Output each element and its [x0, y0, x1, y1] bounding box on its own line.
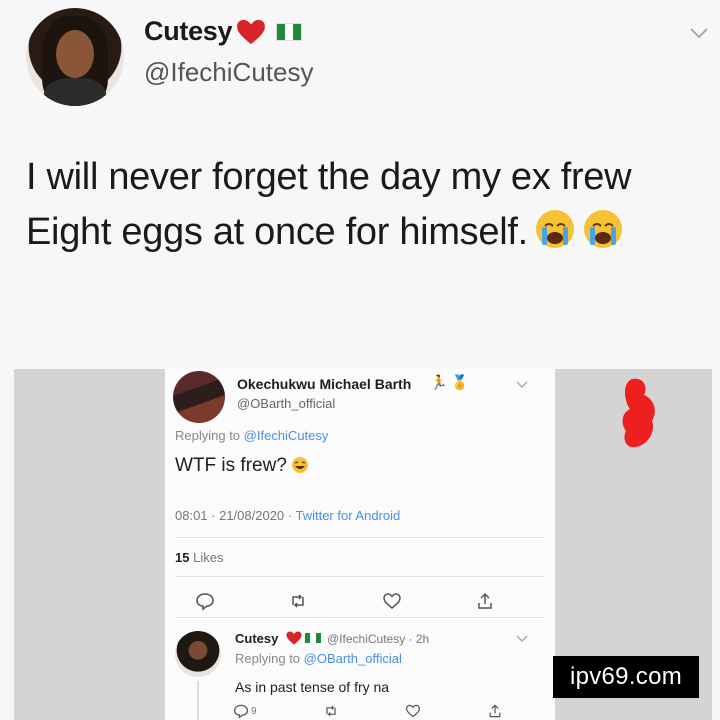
- second-reply-action-bar: 9: [233, 703, 503, 719]
- second-reply-avatar[interactable]: [175, 631, 221, 677]
- likes-number: 15: [175, 550, 190, 565]
- display-name[interactable]: Cutesy: [144, 16, 233, 47]
- watermark: ipv69.com: [553, 656, 699, 698]
- crying-emoji-icon: [583, 210, 622, 248]
- tweet-meta: 08:01 · 21/08/2020 · Twitter for Android: [175, 508, 400, 523]
- avatar-face: [56, 30, 94, 78]
- reply-count[interactable]: 9: [233, 703, 257, 719]
- share-icon[interactable]: [475, 591, 495, 611]
- laughing-emoji-icon: [291, 457, 308, 473]
- thread-connector: [197, 681, 199, 720]
- tweet-text-line-2-text: Eight eggs at once for himself.: [26, 211, 528, 253]
- reply-icon[interactable]: [195, 591, 215, 611]
- replying-prefix: Replying to: [175, 428, 244, 443]
- reply-card: Okechukwu Michael Barth 🏃 🏅 @OBarth_offi…: [165, 369, 555, 720]
- top-tweet: Cutesy @IfechiCutesy I will never forget…: [0, 0, 720, 365]
- chevron-down-icon[interactable]: [515, 631, 529, 645]
- reply-author-name[interactable]: Okechukwu Michael Barth: [237, 376, 411, 392]
- reply-author-handle[interactable]: @OBarth_official: [237, 396, 335, 411]
- replying-prefix: Replying to: [235, 651, 304, 666]
- reply-text-body: WTF is frew?: [175, 455, 287, 476]
- avatar-body: [44, 78, 106, 106]
- divider: [175, 537, 545, 538]
- second-reply-meta: @IfechiCutesy · 2h: [327, 632, 430, 646]
- reply-text: WTF is frew?: [175, 455, 309, 477]
- replying-mention-link[interactable]: @IfechiCutesy: [244, 428, 329, 443]
- heart-icon: [286, 631, 302, 645]
- reply-icon[interactable]: [233, 703, 249, 719]
- timestamp: 08:01 · 21/08/2020 ·: [175, 508, 296, 523]
- likes-label: Likes: [193, 550, 224, 565]
- likes-count[interactable]: 15 Likes: [175, 550, 223, 565]
- crying-emoji-icon: [535, 210, 574, 248]
- author-handle[interactable]: @IfechiCutesy: [144, 57, 313, 88]
- heart-icon: [237, 19, 266, 44]
- tweet-text-line-2: Eight eggs at once for himself.: [26, 205, 716, 260]
- share-icon[interactable]: [487, 703, 503, 719]
- runner-medal-icons: 🏃 🏅: [430, 374, 469, 390]
- chevron-down-icon[interactable]: [688, 22, 710, 44]
- second-replying-to: Replying to @OBarth_official: [235, 651, 402, 666]
- source-link[interactable]: Twitter for Android: [295, 508, 400, 523]
- replying-to: Replying to @IfechiCutesy: [175, 428, 328, 443]
- nigeria-flag-icon: [305, 633, 321, 643]
- avatar[interactable]: [26, 8, 124, 106]
- retweet-icon[interactable]: [323, 703, 339, 719]
- second-reply-text: As in past tense of fry na: [235, 679, 390, 695]
- tweet-text: I will never forget the day my ex frew E…: [26, 150, 716, 260]
- tweet-text-line-1: I will never forget the day my ex frew: [26, 156, 632, 198]
- second-reply-name[interactable]: Cutesy: [235, 631, 278, 646]
- replying-mention-link[interactable]: @OBarth_official: [304, 651, 402, 666]
- retweet-icon[interactable]: [288, 591, 308, 611]
- action-bar: [195, 591, 495, 611]
- red-scribble-redaction: [622, 378, 655, 448]
- reply-author-avatar[interactable]: [173, 371, 225, 423]
- like-heart-icon[interactable]: [405, 703, 421, 719]
- reply-count-number: 9: [251, 705, 257, 717]
- author-name-row: Cutesy: [144, 16, 303, 47]
- divider: [175, 576, 545, 577]
- nigeria-flag-icon: [276, 22, 303, 41]
- like-heart-icon[interactable]: [382, 591, 402, 611]
- divider: [175, 617, 545, 618]
- embedded-screenshot: Okechukwu Michael Barth 🏃 🏅 @OBarth_offi…: [14, 369, 712, 720]
- chevron-down-icon[interactable]: [515, 377, 529, 391]
